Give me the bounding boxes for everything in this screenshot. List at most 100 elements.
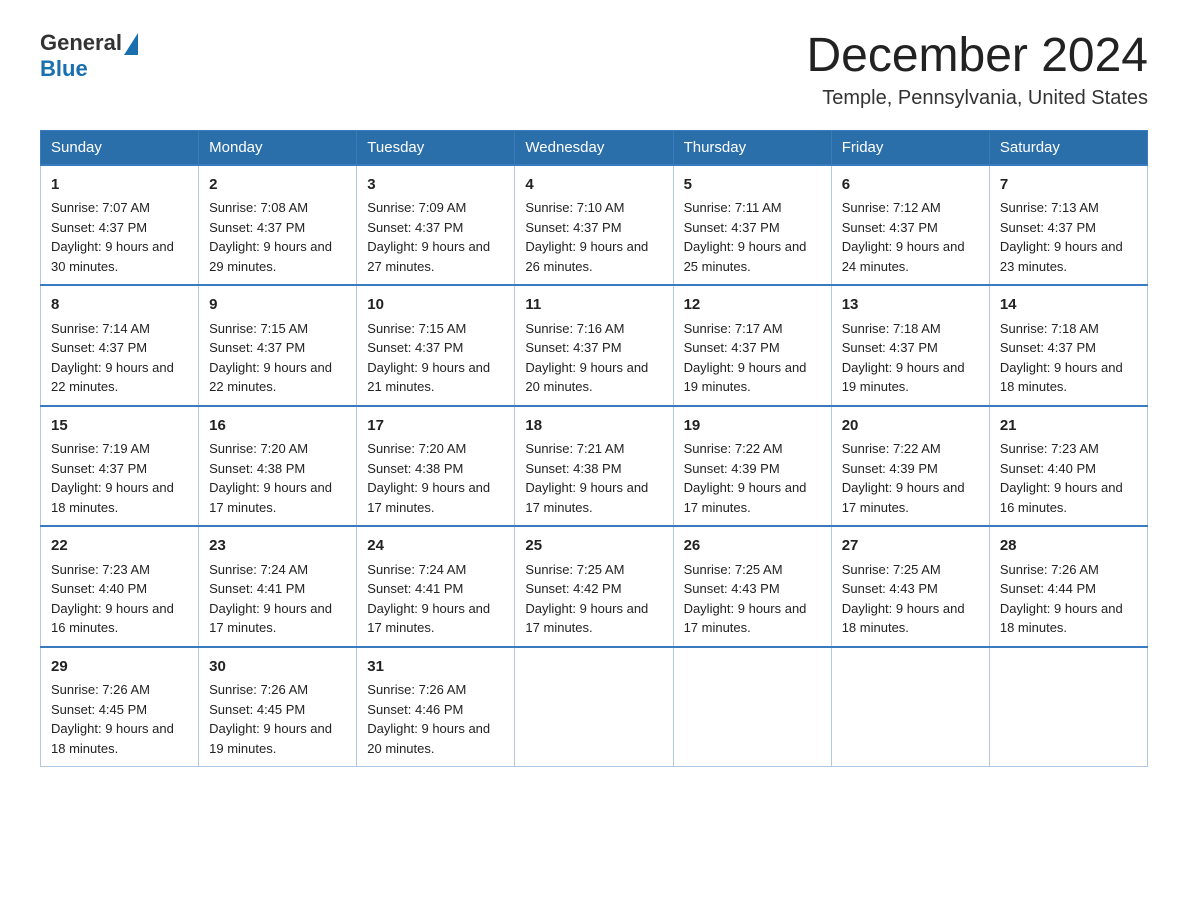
day-info: Sunrise: 7:15 AMSunset: 4:37 PMDaylight:…: [209, 321, 332, 395]
day-cell-17: 17Sunrise: 7:20 AMSunset: 4:38 PMDayligh…: [357, 406, 515, 527]
day-info: Sunrise: 7:26 AMSunset: 4:44 PMDaylight:…: [1000, 562, 1123, 636]
day-number: 3: [367, 174, 504, 197]
day-number: 6: [842, 174, 979, 197]
day-info: Sunrise: 7:19 AMSunset: 4:37 PMDaylight:…: [51, 441, 174, 515]
day-number: 7: [1000, 174, 1137, 197]
day-info: Sunrise: 7:26 AMSunset: 4:46 PMDaylight:…: [367, 682, 490, 756]
title-section: December 2024 Temple, Pennsylvania, Unit…: [806, 30, 1148, 110]
weekday-header-row: SundayMondayTuesdayWednesdayThursdayFrid…: [41, 130, 1148, 165]
day-number: 11: [525, 294, 662, 317]
day-info: Sunrise: 7:22 AMSunset: 4:39 PMDaylight:…: [684, 441, 807, 515]
empty-cell: [515, 647, 673, 767]
day-info: Sunrise: 7:15 AMSunset: 4:37 PMDaylight:…: [367, 321, 490, 395]
day-cell-12: 12 Sunrise: 7:17 AMSunset: 4:37 PMDayligh…: [673, 285, 831, 406]
page-header: General Blue December 2024 Temple, Penns…: [40, 30, 1148, 110]
day-info: Sunrise: 7:08 AMSunset: 4:37 PMDaylight:…: [209, 200, 332, 274]
day-cell-5: 5 Sunrise: 7:11 AMSunset: 4:37 PMDaylight…: [673, 165, 831, 286]
day-number: 29: [51, 656, 188, 679]
day-cell-2: 2 Sunrise: 7:08 AMSunset: 4:37 PMDaylight…: [199, 165, 357, 286]
day-number: 27: [842, 535, 979, 558]
day-info: Sunrise: 7:18 AMSunset: 4:37 PMDaylight:…: [1000, 321, 1123, 395]
day-cell-8: 8Sunrise: 7:14 AMSunset: 4:37 PMDaylight…: [41, 285, 199, 406]
location-text: Temple, Pennsylvania, United States: [806, 87, 1148, 110]
day-number: 23: [209, 535, 346, 558]
day-info: Sunrise: 7:26 AMSunset: 4:45 PMDaylight:…: [209, 682, 332, 756]
day-number: 22: [51, 535, 188, 558]
weekday-header-friday: Friday: [831, 130, 989, 165]
logo: General Blue: [40, 30, 138, 82]
day-info: Sunrise: 7:16 AMSunset: 4:37 PMDaylight:…: [525, 321, 648, 395]
day-cell-23: 23Sunrise: 7:24 AMSunset: 4:41 PMDayligh…: [199, 526, 357, 647]
day-number: 24: [367, 535, 504, 558]
day-cell-11: 11 Sunrise: 7:16 AMSunset: 4:37 PMDayligh…: [515, 285, 673, 406]
day-number: 20: [842, 415, 979, 438]
day-cell-30: 30Sunrise: 7:26 AMSunset: 4:45 PMDayligh…: [199, 647, 357, 767]
day-cell-9: 9 Sunrise: 7:15 AMSunset: 4:37 PMDaylight…: [199, 285, 357, 406]
day-info: Sunrise: 7:26 AMSunset: 4:45 PMDaylight:…: [51, 682, 174, 756]
day-info: Sunrise: 7:25 AMSunset: 4:43 PMDaylight:…: [842, 562, 965, 636]
day-info: Sunrise: 7:25 AMSunset: 4:43 PMDaylight:…: [684, 562, 807, 636]
day-cell-28: 28Sunrise: 7:26 AMSunset: 4:44 PMDayligh…: [989, 526, 1147, 647]
day-cell-15: 15 Sunrise: 7:19 AMSunset: 4:37 PMDayligh…: [41, 406, 199, 527]
month-title: December 2024: [806, 30, 1148, 83]
day-number: 21: [1000, 415, 1137, 438]
logo-blue-text: Blue: [40, 56, 88, 81]
day-cell-27: 27 Sunrise: 7:25 AMSunset: 4:43 PMDayligh…: [831, 526, 989, 647]
day-number: 15: [51, 415, 188, 438]
day-cell-18: 18 Sunrise: 7:21 AMSunset: 4:38 PMDayligh…: [515, 406, 673, 527]
weekday-header-monday: Monday: [199, 130, 357, 165]
day-number: 1: [51, 174, 188, 197]
logo-general-text: General: [40, 30, 122, 56]
day-info: Sunrise: 7:20 AMSunset: 4:38 PMDaylight:…: [209, 441, 332, 515]
week-row-4: 22 Sunrise: 7:23 AMSunset: 4:40 PMDayligh…: [41, 526, 1148, 647]
logo-shape-icon: [124, 33, 138, 55]
day-info: Sunrise: 7:07 AMSunset: 4:37 PMDaylight:…: [51, 200, 174, 274]
day-cell-7: 7 Sunrise: 7:13 AMSunset: 4:37 PMDaylight…: [989, 165, 1147, 286]
day-cell-13: 13Sunrise: 7:18 AMSunset: 4:37 PMDayligh…: [831, 285, 989, 406]
day-number: 14: [1000, 294, 1137, 317]
week-row-3: 15 Sunrise: 7:19 AMSunset: 4:37 PMDayligh…: [41, 406, 1148, 527]
week-row-2: 8Sunrise: 7:14 AMSunset: 4:37 PMDaylight…: [41, 285, 1148, 406]
day-cell-21: 21Sunrise: 7:23 AMSunset: 4:40 PMDayligh…: [989, 406, 1147, 527]
weekday-header-wednesday: Wednesday: [515, 130, 673, 165]
day-number: 25: [525, 535, 662, 558]
day-info: Sunrise: 7:24 AMSunset: 4:41 PMDaylight:…: [367, 562, 490, 636]
day-info: Sunrise: 7:17 AMSunset: 4:37 PMDaylight:…: [684, 321, 807, 395]
day-number: 9: [209, 294, 346, 317]
day-info: Sunrise: 7:11 AMSunset: 4:37 PMDaylight:…: [684, 200, 807, 274]
day-cell-3: 3Sunrise: 7:09 AMSunset: 4:37 PMDaylight…: [357, 165, 515, 286]
day-info: Sunrise: 7:21 AMSunset: 4:38 PMDaylight:…: [525, 441, 648, 515]
day-number: 4: [525, 174, 662, 197]
day-cell-29: 29 Sunrise: 7:26 AMSunset: 4:45 PMDayligh…: [41, 647, 199, 767]
weekday-header-saturday: Saturday: [989, 130, 1147, 165]
day-info: Sunrise: 7:22 AMSunset: 4:39 PMDaylight:…: [842, 441, 965, 515]
day-number: 19: [684, 415, 821, 438]
day-number: 2: [209, 174, 346, 197]
day-cell-6: 6 Sunrise: 7:12 AMSunset: 4:37 PMDaylight…: [831, 165, 989, 286]
calendar-table: SundayMondayTuesdayWednesdayThursdayFrid…: [40, 130, 1148, 768]
empty-cell: [831, 647, 989, 767]
day-cell-19: 19 Sunrise: 7:22 AMSunset: 4:39 PMDayligh…: [673, 406, 831, 527]
day-cell-24: 24 Sunrise: 7:24 AMSunset: 4:41 PMDayligh…: [357, 526, 515, 647]
day-number: 10: [367, 294, 504, 317]
weekday-header-sunday: Sunday: [41, 130, 199, 165]
day-info: Sunrise: 7:12 AMSunset: 4:37 PMDaylight:…: [842, 200, 965, 274]
day-cell-20: 20 Sunrise: 7:22 AMSunset: 4:39 PMDayligh…: [831, 406, 989, 527]
day-cell-25: 25 Sunrise: 7:25 AMSunset: 4:42 PMDayligh…: [515, 526, 673, 647]
day-info: Sunrise: 7:23 AMSunset: 4:40 PMDaylight:…: [51, 562, 174, 636]
day-number: 5: [684, 174, 821, 197]
day-info: Sunrise: 7:18 AMSunset: 4:37 PMDaylight:…: [842, 321, 965, 395]
day-cell-1: 1 Sunrise: 7:07 AMSunset: 4:37 PMDaylight…: [41, 165, 199, 286]
day-info: Sunrise: 7:13 AMSunset: 4:37 PMDaylight:…: [1000, 200, 1123, 274]
day-info: Sunrise: 7:25 AMSunset: 4:42 PMDaylight:…: [525, 562, 648, 636]
day-cell-4: 4 Sunrise: 7:10 AMSunset: 4:37 PMDaylight…: [515, 165, 673, 286]
day-info: Sunrise: 7:14 AMSunset: 4:37 PMDaylight:…: [51, 321, 174, 395]
day-cell-22: 22 Sunrise: 7:23 AMSunset: 4:40 PMDayligh…: [41, 526, 199, 647]
empty-cell: [673, 647, 831, 767]
week-row-5: 29 Sunrise: 7:26 AMSunset: 4:45 PMDayligh…: [41, 647, 1148, 767]
day-info: Sunrise: 7:10 AMSunset: 4:37 PMDaylight:…: [525, 200, 648, 274]
day-number: 12: [684, 294, 821, 317]
empty-cell: [989, 647, 1147, 767]
day-number: 17: [367, 415, 504, 438]
day-number: 18: [525, 415, 662, 438]
